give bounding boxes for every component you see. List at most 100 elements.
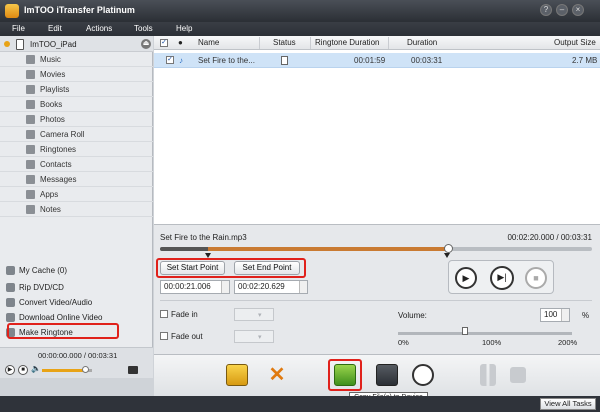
device-status-icon [4, 41, 10, 47]
close-icon[interactable]: × [572, 4, 584, 16]
copy-to-device-icon[interactable] [334, 364, 356, 386]
play-selection-icon[interactable]: ▶| [490, 266, 514, 290]
disc-icon [6, 283, 15, 292]
timeline-knob[interactable] [444, 244, 453, 253]
table-row[interactable]: ✓ ♪ Set Fire to the... 00:01:59 00:03:31… [154, 53, 600, 68]
row-checkbox[interactable]: ✓ [166, 56, 174, 64]
stop-icon[interactable]: ■ [525, 267, 547, 289]
ringtone-icon [26, 145, 35, 154]
audio-file-icon: ♪ [179, 56, 183, 65]
mini-player: 00:00:00.000 / 00:03:31 ▶ ■ 🔈 [0, 347, 153, 378]
menu-edit[interactable]: Edit [48, 24, 62, 33]
sidebar-item-my-cache[interactable]: My Cache (0) [0, 263, 153, 278]
fade-in-unit: ▾ [258, 312, 262, 319]
fade-out-label: Fade out [171, 332, 203, 341]
fade-out-checkbox[interactable] [160, 332, 168, 340]
sidebar-item-label: Music [40, 55, 61, 64]
help-icon[interactable]: ? [540, 4, 552, 16]
end-time-spinner[interactable] [299, 281, 307, 293]
stop-task-icon[interactable] [510, 367, 526, 383]
camera-icon [26, 130, 35, 139]
fade-in-select[interactable] [234, 308, 274, 321]
sidebar-item-rip-dvd[interactable]: Rip DVD/CD [0, 280, 153, 295]
sidebar-item-playlists[interactable]: Playlists [0, 82, 153, 97]
delete-icon[interactable]: ✕ [266, 364, 288, 386]
sidebar-item-label: Ringtones [40, 145, 77, 154]
volume-field[interactable]: 100 [540, 308, 570, 322]
sidebar-item-movies[interactable]: Movies [0, 67, 153, 82]
eject-icon[interactable]: ⏏ [141, 39, 151, 49]
play-icon[interactable]: ▶ [5, 365, 15, 375]
convert-icon [6, 298, 15, 307]
fade-in-checkbox[interactable] [160, 310, 168, 318]
menu-help[interactable]: Help [176, 24, 192, 33]
menu-tools[interactable]: Tools [134, 24, 153, 33]
end-time-value: 00:02:20.629 [238, 282, 285, 291]
set-start-point-button[interactable]: Set Start Point [160, 261, 225, 275]
minimize-icon[interactable]: – [556, 4, 568, 16]
divider [160, 300, 592, 301]
start-time-spinner[interactable] [221, 281, 229, 293]
sidebar-item-books[interactable]: Books [0, 97, 153, 112]
snapshot-icon[interactable] [128, 366, 138, 374]
sidebar-item-apps[interactable]: Apps [0, 187, 153, 202]
column-separator [388, 37, 389, 49]
column-status[interactable]: Status [273, 38, 296, 47]
sidebar: ImTOO_iPad ⏏ Music Movies Playlists Book… [0, 36, 153, 378]
volume-knob[interactable] [81, 366, 89, 373]
contacts-icon [26, 160, 35, 169]
volume-spinner[interactable] [561, 309, 569, 321]
row-ringtone-duration: 00:01:59 [354, 56, 386, 65]
bottom-toolbar: ✕ [154, 354, 600, 396]
menu-file[interactable]: File [12, 24, 25, 33]
sidebar-item-contacts[interactable]: Contacts [0, 157, 153, 172]
messages-icon [26, 175, 35, 184]
pause-icon[interactable] [480, 364, 496, 386]
device-row[interactable]: ImTOO_iPad ⏏ [0, 36, 153, 52]
play-icon[interactable]: ▶ [455, 267, 477, 289]
sidebar-item-ringtones[interactable]: Ringtones [0, 142, 153, 157]
sidebar-item-notes[interactable]: Notes [0, 202, 153, 217]
start-time-field[interactable]: 00:00:21.006 [160, 280, 230, 294]
fade-out-select[interactable] [234, 330, 274, 343]
timeline-slider[interactable] [160, 244, 592, 253]
volume-slider[interactable] [398, 332, 572, 335]
view-all-tasks-button[interactable]: View All Tasks [540, 398, 596, 410]
type-column-icon: ● [178, 38, 183, 47]
fade-in-label: Fade in [171, 310, 198, 319]
column-duration[interactable]: Duration [407, 38, 437, 47]
volume-knob[interactable] [462, 327, 468, 335]
title-bar: ImTOO iTransfer Platinum ? – × [0, 0, 600, 22]
file-list: ✓ ● Name Status Ringtone Duration Durati… [154, 36, 600, 224]
end-marker-icon[interactable] [444, 253, 450, 258]
menu-actions[interactable]: Actions [86, 24, 112, 33]
column-output-size[interactable]: Output Size [554, 38, 596, 47]
column-ringtone-duration[interactable]: Ringtone Duration [315, 38, 379, 47]
row-name: Set Fire to the... [198, 56, 255, 65]
sidebar-item-messages[interactable]: Messages [0, 172, 153, 187]
sidebar-item-music[interactable]: Music [0, 52, 153, 67]
apps-icon [26, 190, 35, 199]
sidebar-item-label: Rip DVD/CD [19, 283, 64, 292]
fade-out-unit: ▾ [258, 334, 262, 341]
sidebar-item-camera-roll[interactable]: Camera Roll [0, 127, 153, 142]
add-file-icon[interactable] [226, 364, 248, 386]
volume-slider[interactable] [42, 366, 92, 373]
music-icon [26, 55, 35, 64]
ipad-icon [16, 39, 24, 50]
sidebar-item-convert[interactable]: Convert Video/Audio [0, 295, 153, 310]
copy-to-computer-icon[interactable] [376, 364, 398, 386]
column-name[interactable]: Name [198, 38, 219, 47]
sidebar-item-label: Apps [40, 190, 59, 199]
select-all-checkbox[interactable]: ✓ [160, 39, 168, 47]
set-end-point-button[interactable]: Set End Point [234, 261, 300, 275]
volume-percent: % [582, 311, 590, 320]
end-time-field[interactable]: 00:02:20.629 [234, 280, 308, 294]
download-icon [6, 313, 15, 322]
stop-icon[interactable]: ■ [18, 365, 28, 375]
add-to-itunes-icon[interactable] [412, 364, 434, 386]
player-time: 00:00:00.000 / 00:03:31 [38, 351, 118, 360]
row-duration: 00:03:31 [411, 56, 443, 65]
sidebar-item-photos[interactable]: Photos [0, 112, 153, 127]
status-bar [0, 396, 600, 412]
